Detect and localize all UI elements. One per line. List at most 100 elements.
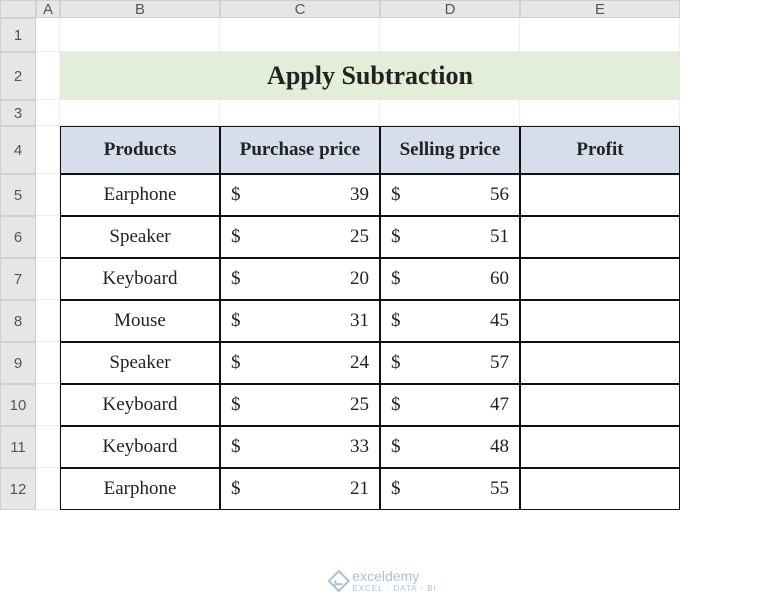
- header-selling[interactable]: Selling price: [380, 126, 520, 174]
- cell-product[interactable]: Mouse: [60, 300, 220, 342]
- currency-symbol: $: [391, 436, 401, 458]
- cell-b3[interactable]: [60, 100, 220, 126]
- cell-value: 25: [350, 394, 369, 416]
- cell-purchase[interactable]: $21: [220, 468, 380, 510]
- header-products[interactable]: Products: [60, 126, 220, 174]
- cell-a2[interactable]: [36, 52, 60, 100]
- watermark-text: exceldemy EXCEL · DATA · BI: [352, 568, 436, 593]
- cell-profit[interactable]: [520, 468, 680, 510]
- cell-value: 33: [350, 436, 369, 458]
- cell-product[interactable]: Keyboard: [60, 384, 220, 426]
- cell-value: 56: [490, 184, 509, 206]
- cell-a12[interactable]: [36, 468, 60, 510]
- watermark-tagline: EXCEL · DATA · BI: [352, 584, 436, 593]
- title-cell[interactable]: Apply Subtraction: [60, 52, 680, 100]
- cell-selling[interactable]: $48: [380, 426, 520, 468]
- cell-purchase[interactable]: $20: [220, 258, 380, 300]
- cell-purchase[interactable]: $31: [220, 300, 380, 342]
- watermark-brand: exceldemy: [352, 568, 419, 584]
- col-header-d[interactable]: D: [380, 0, 520, 18]
- cell-value: 60: [490, 268, 509, 290]
- row-header-2[interactable]: 2: [0, 52, 36, 100]
- watermark: exceldemy EXCEL · DATA · BI: [330, 568, 436, 593]
- cell-b1[interactable]: [60, 18, 220, 52]
- row-header-8[interactable]: 8: [0, 300, 36, 342]
- cell-product[interactable]: Speaker: [60, 216, 220, 258]
- cell-product[interactable]: Earphone: [60, 174, 220, 216]
- cell-d1[interactable]: [380, 18, 520, 52]
- cell-profit[interactable]: [520, 342, 680, 384]
- cell-a4[interactable]: [36, 126, 60, 174]
- cell-selling[interactable]: $47: [380, 384, 520, 426]
- cell-value: 21: [350, 478, 369, 500]
- cell-purchase[interactable]: $33: [220, 426, 380, 468]
- currency-symbol: $: [391, 268, 401, 290]
- cell-a7[interactable]: [36, 258, 60, 300]
- cell-a5[interactable]: [36, 174, 60, 216]
- cell-c3[interactable]: [220, 100, 380, 126]
- col-header-a[interactable]: A: [36, 0, 60, 18]
- cell-value: 47: [490, 394, 509, 416]
- cell-profit[interactable]: [520, 216, 680, 258]
- cell-a9[interactable]: [36, 342, 60, 384]
- cell-a3[interactable]: [36, 100, 60, 126]
- row-header-6[interactable]: 6: [0, 216, 36, 258]
- row-header-5[interactable]: 5: [0, 174, 36, 216]
- currency-symbol: $: [391, 184, 401, 206]
- cell-selling[interactable]: $57: [380, 342, 520, 384]
- cell-a1[interactable]: [36, 18, 60, 52]
- cell-profit[interactable]: [520, 384, 680, 426]
- currency-symbol: $: [231, 310, 241, 332]
- cell-selling[interactable]: $51: [380, 216, 520, 258]
- row-header-7[interactable]: 7: [0, 258, 36, 300]
- cell-a6[interactable]: [36, 216, 60, 258]
- cell-selling[interactable]: $45: [380, 300, 520, 342]
- currency-symbol: $: [391, 310, 401, 332]
- cell-value: 45: [490, 310, 509, 332]
- row-header-12[interactable]: 12: [0, 468, 36, 510]
- cell-value: 31: [350, 310, 369, 332]
- cell-profit[interactable]: [520, 426, 680, 468]
- cell-product[interactable]: Keyboard: [60, 426, 220, 468]
- cell-product[interactable]: Earphone: [60, 468, 220, 510]
- cell-a10[interactable]: [36, 384, 60, 426]
- cell-value: 20: [350, 268, 369, 290]
- cell-selling[interactable]: $60: [380, 258, 520, 300]
- cell-profit[interactable]: [520, 300, 680, 342]
- cell-purchase[interactable]: $39: [220, 174, 380, 216]
- select-all-corner[interactable]: [0, 0, 36, 18]
- currency-symbol: $: [231, 226, 241, 248]
- cell-product[interactable]: Speaker: [60, 342, 220, 384]
- cell-purchase[interactable]: $25: [220, 216, 380, 258]
- header-profit[interactable]: Profit: [520, 126, 680, 174]
- cell-profit[interactable]: [520, 258, 680, 300]
- col-header-c[interactable]: C: [220, 0, 380, 18]
- cell-value: 24: [350, 352, 369, 374]
- cell-c1[interactable]: [220, 18, 380, 52]
- row-header-11[interactable]: 11: [0, 426, 36, 468]
- row-header-3[interactable]: 3: [0, 100, 36, 126]
- col-header-b[interactable]: B: [60, 0, 220, 18]
- row-header-10[interactable]: 10: [0, 384, 36, 426]
- cell-a11[interactable]: [36, 426, 60, 468]
- currency-symbol: $: [231, 436, 241, 458]
- row-header-1[interactable]: 1: [0, 18, 36, 52]
- cell-purchase[interactable]: $25: [220, 384, 380, 426]
- cell-e1[interactable]: [520, 18, 680, 52]
- row-header-4[interactable]: 4: [0, 126, 36, 174]
- cell-selling[interactable]: $55: [380, 468, 520, 510]
- cell-a8[interactable]: [36, 300, 60, 342]
- cell-profit[interactable]: [520, 174, 680, 216]
- cell-e3[interactable]: [520, 100, 680, 126]
- cell-value: 51: [490, 226, 509, 248]
- cell-product[interactable]: Keyboard: [60, 258, 220, 300]
- currency-symbol: $: [391, 226, 401, 248]
- col-header-e[interactable]: E: [520, 0, 680, 18]
- currency-symbol: $: [231, 184, 241, 206]
- cell-selling[interactable]: $56: [380, 174, 520, 216]
- row-header-9[interactable]: 9: [0, 342, 36, 384]
- header-purchase[interactable]: Purchase price: [220, 126, 380, 174]
- cell-d3[interactable]: [380, 100, 520, 126]
- cell-purchase[interactable]: $24: [220, 342, 380, 384]
- cell-value: 57: [490, 352, 509, 374]
